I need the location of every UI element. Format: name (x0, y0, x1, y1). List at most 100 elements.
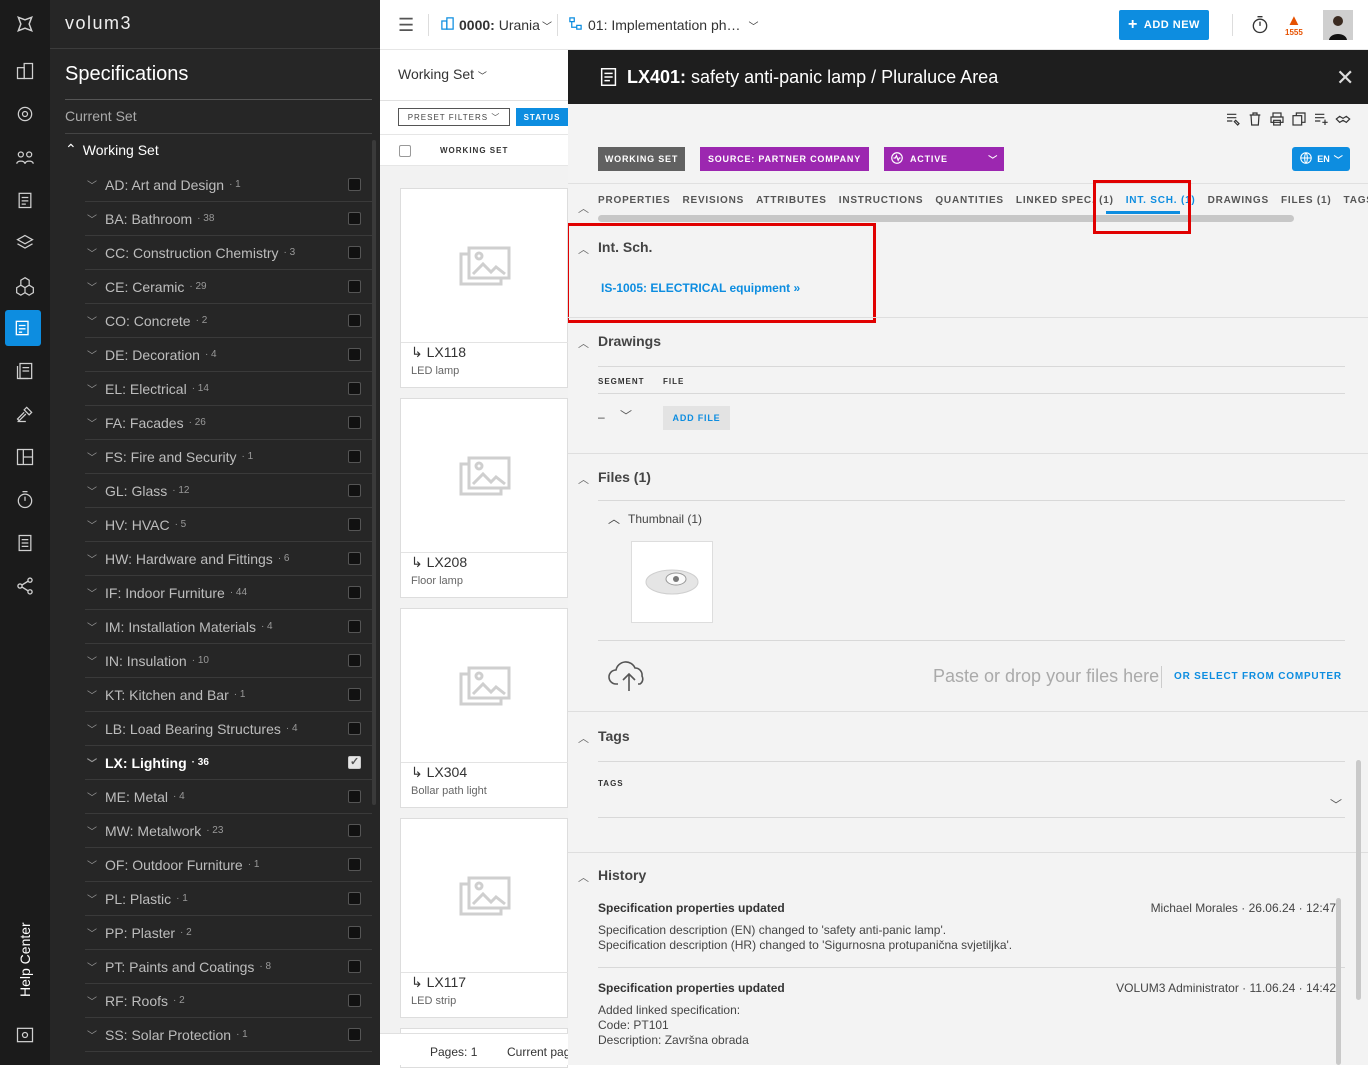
tags-dropdown-chevron-icon[interactable]: ﹀ (1330, 796, 1342, 813)
category-checkbox[interactable] (348, 926, 361, 939)
category-checkbox-checked[interactable] (348, 755, 361, 769)
category-item[interactable]: ﹀ FA: Facades · 26 (85, 406, 372, 440)
help-book-icon[interactable] (12, 1022, 38, 1048)
tab-attributes[interactable]: ATTRIBUTES (756, 195, 827, 206)
print-icon[interactable] (1268, 110, 1286, 128)
notifications[interactable]: ▲ 1555 (1285, 0, 1303, 50)
add-list-icon[interactable] (1312, 110, 1330, 128)
category-item[interactable]: ﹀ ME: Metal · 4 (85, 780, 372, 814)
help-center-link[interactable]: Help Center (13, 920, 37, 1000)
detail-scrollbar[interactable] (1356, 760, 1361, 1000)
tab-files[interactable]: FILES (1) (1281, 195, 1332, 206)
category-checkbox[interactable] (348, 722, 361, 735)
tab-quantities[interactable]: QUANTITIES (935, 195, 1004, 206)
category-item[interactable]: ﹀ CC: Construction Chemistry · 3 (85, 236, 372, 270)
drop-zone-text[interactable]: Paste or drop your files here (933, 666, 1159, 687)
category-item[interactable]: ﹀ LB: Load Bearing Structures · 4 (85, 712, 372, 746)
category-checkbox[interactable] (348, 348, 361, 361)
add-new-button[interactable]: + ADD NEW (1119, 10, 1209, 40)
category-checkbox[interactable] (348, 790, 361, 803)
category-checkbox[interactable] (348, 892, 361, 905)
category-checkbox[interactable] (348, 280, 361, 293)
category-checkbox[interactable] (348, 994, 361, 1007)
working-set-group[interactable]: ⌃ Working Set (65, 141, 159, 158)
chevron-up-icon[interactable]: ︿ (578, 869, 589, 885)
category-item[interactable]: ﹀ OF: Outdoor Furniture · 1 (85, 848, 372, 882)
category-checkbox[interactable] (348, 1028, 361, 1041)
chevron-up-icon[interactable]: ︿ (578, 335, 589, 351)
preset-filters-button[interactable]: PRESET FILTERS ﹀ (398, 108, 510, 126)
hamburger-menu-icon[interactable]: ☰ (398, 0, 414, 50)
category-item[interactable]: ﹀ SS: Solar Protection · 1 (85, 1018, 372, 1052)
category-checkbox[interactable] (348, 620, 361, 633)
category-checkbox[interactable] (348, 314, 361, 327)
category-item[interactable]: ﹀ PL: Plastic · 1 (85, 882, 372, 916)
category-checkbox[interactable] (348, 484, 361, 497)
buildings-icon[interactable] (12, 58, 38, 84)
category-checkbox[interactable] (348, 552, 361, 565)
current-set-item[interactable]: Current Set (65, 108, 137, 124)
category-item[interactable]: ﹀ BA: Bathroom · 38 (85, 202, 372, 236)
spec-card[interactable]: ↳ LX304 Bollar path light (400, 608, 569, 808)
handshake-icon[interactable] (1334, 110, 1352, 128)
history-scrollbar[interactable] (1336, 898, 1341, 1065)
thumbnail-image[interactable] (631, 541, 713, 623)
category-item[interactable]: ﹀ HW: Hardware and Fittings · 6 (85, 542, 372, 576)
category-checkbox[interactable] (348, 450, 361, 463)
category-item[interactable]: ﹀ GL: Glass · 12 (85, 474, 372, 508)
stopwatch-icon[interactable] (1250, 0, 1270, 50)
category-checkbox[interactable] (348, 824, 361, 837)
segment-dropdown-chevron-icon[interactable]: ﹀ (620, 407, 632, 424)
category-item[interactable]: ﹀ CO: Concrete · 2 (85, 304, 372, 338)
category-item[interactable]: ﹀ KT: Kitchen and Bar · 1 (85, 678, 372, 712)
volum3-logo-icon[interactable] (12, 11, 38, 37)
duplicate-icon[interactable] (1290, 110, 1308, 128)
category-checkbox[interactable] (348, 212, 361, 225)
category-item[interactable]: ﹀ IF: Indoor Furniture · 44 (85, 576, 372, 610)
tab-tags[interactable]: TAGS (1344, 195, 1368, 206)
chevron-up-icon[interactable]: ︿ (578, 730, 589, 746)
category-checkbox[interactable] (348, 178, 361, 191)
timer-icon[interactable] (12, 487, 38, 513)
category-item[interactable]: ﹀ AD: Art and Design · 1 (85, 168, 372, 202)
thumbnail-group[interactable]: ︿ Thumbnail (1) (608, 510, 702, 527)
category-item[interactable]: ﹀ CE: Ceramic · 29 (85, 270, 372, 304)
category-checkbox[interactable] (348, 382, 361, 395)
category-item[interactable]: ﹀ DE: Decoration · 4 (85, 338, 372, 372)
category-item-selected[interactable]: ﹀ LX: Lighting · 36 (85, 746, 372, 780)
specifications-icon[interactable] (5, 310, 41, 346)
cubes-icon[interactable] (12, 273, 38, 299)
layout-icon[interactable] (12, 444, 38, 470)
sidebar-scrollbar[interactable] (372, 140, 376, 805)
category-checkbox[interactable] (348, 858, 361, 871)
share-icon[interactable] (12, 573, 38, 599)
phase-selector[interactable]: 01: Implementation ph… ﹀ (568, 0, 759, 50)
category-item[interactable]: ﹀ MW: Metalwork · 23 (85, 814, 372, 848)
category-checkbox[interactable] (348, 688, 361, 701)
category-item[interactable]: ﹀ IN: Insulation · 10 (85, 644, 372, 678)
trash-icon[interactable] (1246, 110, 1264, 128)
tab-instructions[interactable]: INSTRUCTIONS (839, 195, 924, 206)
category-item[interactable]: ﹀ EL: Electrical · 14 (85, 372, 372, 406)
add-file-button[interactable]: ADD FILE (663, 406, 730, 430)
clipboard-icon[interactable] (12, 187, 38, 213)
edit-list-icon[interactable] (1224, 110, 1242, 128)
documents-icon[interactable] (12, 358, 38, 384)
status-filter-button[interactable]: STATUS (516, 108, 568, 126)
tab-revisions[interactable]: REVISIONS (682, 195, 744, 206)
user-avatar[interactable] (1323, 10, 1353, 40)
project-selector[interactable]: 0000: Urania ﹀ (440, 0, 552, 50)
tab-properties[interactable]: PROPERTIES (598, 195, 670, 206)
working-set-dropdown[interactable]: Working Set ﹀ (398, 66, 487, 82)
category-checkbox[interactable] (348, 586, 361, 599)
category-checkbox[interactable] (348, 246, 361, 259)
category-item[interactable]: ﹀ HV: HVAC · 5 (85, 508, 372, 542)
select-from-computer-link[interactable]: OR SELECT FROM COMPUTER (1174, 671, 1342, 682)
category-checkbox[interactable] (348, 518, 361, 531)
gavel-icon[interactable] (12, 401, 38, 427)
language-selector[interactable]: EN ﹀ (1292, 147, 1350, 171)
close-icon[interactable]: ✕ (1336, 65, 1354, 91)
category-checkbox[interactable] (348, 416, 361, 429)
report-icon[interactable] (12, 530, 38, 556)
category-item[interactable]: ﹀ RF: Roofs · 2 (85, 984, 372, 1018)
